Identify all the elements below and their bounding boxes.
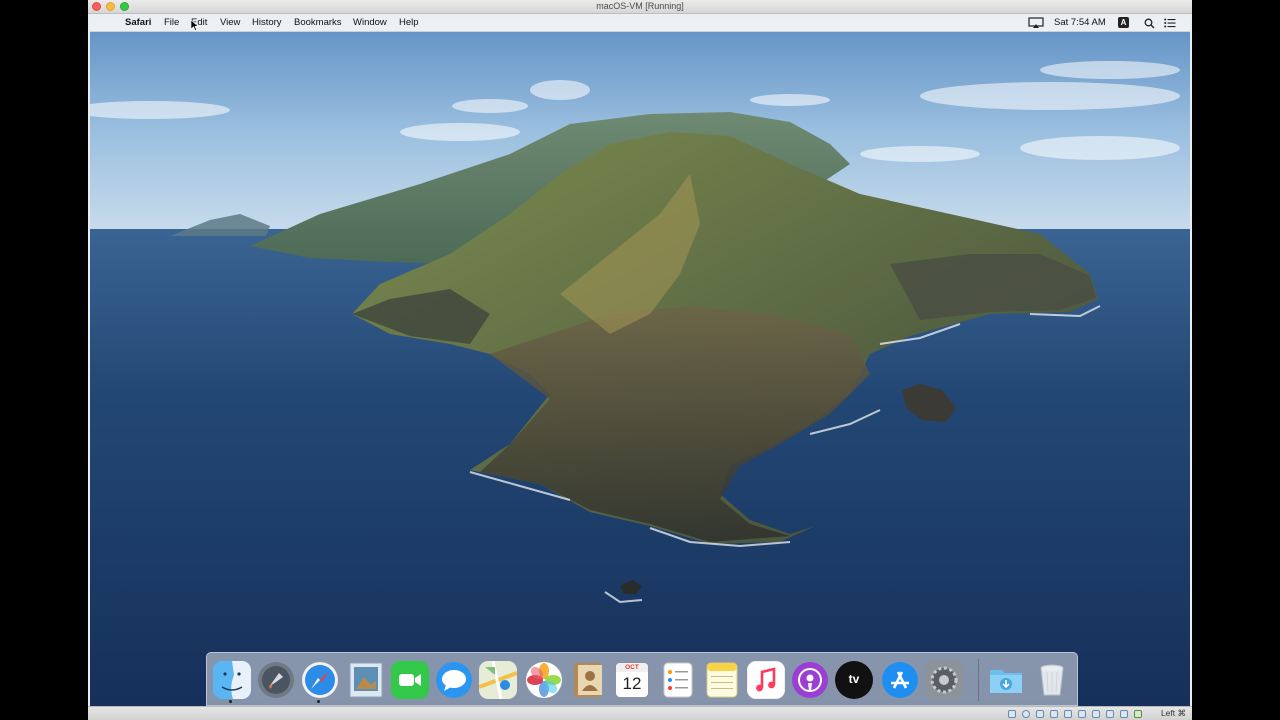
mouse-integration-icon[interactable] bbox=[1134, 710, 1142, 718]
tv-label: tv bbox=[848, 672, 860, 686]
dock-finder-icon[interactable] bbox=[213, 661, 251, 699]
calendar-day-label: 12 bbox=[622, 674, 642, 693]
dock-app-store-icon[interactable] bbox=[881, 661, 919, 699]
network-icon[interactable] bbox=[1050, 710, 1058, 718]
desktop-wallpaper[interactable] bbox=[90, 14, 1190, 706]
spotlight-search-icon[interactable] bbox=[1144, 18, 1155, 29]
dock-contacts-icon[interactable] bbox=[569, 661, 607, 699]
dock-trash-icon[interactable] bbox=[1033, 661, 1071, 699]
menu-window[interactable]: Window bbox=[353, 17, 387, 28]
hard-disk-icon[interactable] bbox=[1008, 710, 1016, 718]
menu-app-name[interactable]: Safari bbox=[125, 17, 151, 28]
host-window-title: macOS-VM [Running] bbox=[596, 1, 684, 11]
menu-bar: Safari File Edit View History Bookmarks … bbox=[90, 14, 1190, 32]
audio-icon[interactable] bbox=[1036, 710, 1044, 718]
dock-tv-icon[interactable]: tv bbox=[835, 661, 873, 699]
calendar-month-label: OCT bbox=[616, 663, 648, 672]
dock-launchpad-icon[interactable] bbox=[257, 661, 295, 699]
dock-podcasts-icon[interactable] bbox=[791, 661, 829, 699]
dock-facetime-icon[interactable] bbox=[391, 661, 429, 699]
dock: OCT 12 tv bbox=[206, 652, 1078, 706]
virtualbox-window: macOS-VM [Running] Safari File Edit View… bbox=[88, 0, 1192, 720]
mouse-pointer-icon bbox=[191, 20, 199, 31]
dock-downloads-folder-icon[interactable] bbox=[987, 661, 1025, 699]
menu-bookmarks[interactable]: Bookmarks bbox=[294, 17, 342, 28]
finder-running-indicator bbox=[229, 700, 232, 703]
menu-clock[interactable]: Sat 7:54 AM bbox=[1054, 17, 1106, 28]
input-source-icon[interactable]: A bbox=[1118, 17, 1129, 28]
display-icon[interactable] bbox=[1092, 710, 1100, 718]
host-key-label: Left ⌘ bbox=[1160, 708, 1186, 718]
airplay-icon[interactable] bbox=[1028, 17, 1044, 29]
menu-history[interactable]: History bbox=[252, 17, 282, 28]
dock-preview-icon[interactable] bbox=[347, 661, 385, 699]
dock-calendar-icon[interactable]: OCT 12 bbox=[613, 661, 651, 699]
menu-view[interactable]: View bbox=[220, 17, 240, 28]
host-status-bar: Left ⌘ bbox=[88, 706, 1192, 720]
menu-help[interactable]: Help bbox=[399, 17, 419, 28]
shared-folders-icon[interactable] bbox=[1078, 710, 1086, 718]
notification-center-icon[interactable] bbox=[1164, 18, 1176, 28]
dock-separator bbox=[978, 659, 979, 701]
guest-display[interactable]: Safari File Edit View History Bookmarks … bbox=[90, 14, 1190, 706]
menu-file[interactable]: File bbox=[164, 17, 179, 28]
host-titlebar[interactable]: macOS-VM [Running] bbox=[88, 0, 1192, 14]
dock-notes-icon[interactable] bbox=[703, 661, 741, 699]
dock-maps-icon[interactable] bbox=[479, 661, 517, 699]
dock-photos-icon[interactable] bbox=[525, 661, 563, 699]
dock-safari-icon[interactable] bbox=[301, 661, 339, 699]
dock-system-preferences-icon[interactable] bbox=[925, 661, 963, 699]
dock-messages-icon[interactable] bbox=[435, 661, 473, 699]
recording-icon[interactable] bbox=[1106, 710, 1114, 718]
dock-music-icon[interactable] bbox=[747, 661, 785, 699]
cpu-icon[interactable] bbox=[1120, 710, 1128, 718]
dock-reminders-icon[interactable] bbox=[659, 661, 697, 699]
optical-drive-icon[interactable] bbox=[1022, 710, 1030, 718]
safari-running-indicator bbox=[317, 700, 320, 703]
usb-icon[interactable] bbox=[1064, 710, 1072, 718]
